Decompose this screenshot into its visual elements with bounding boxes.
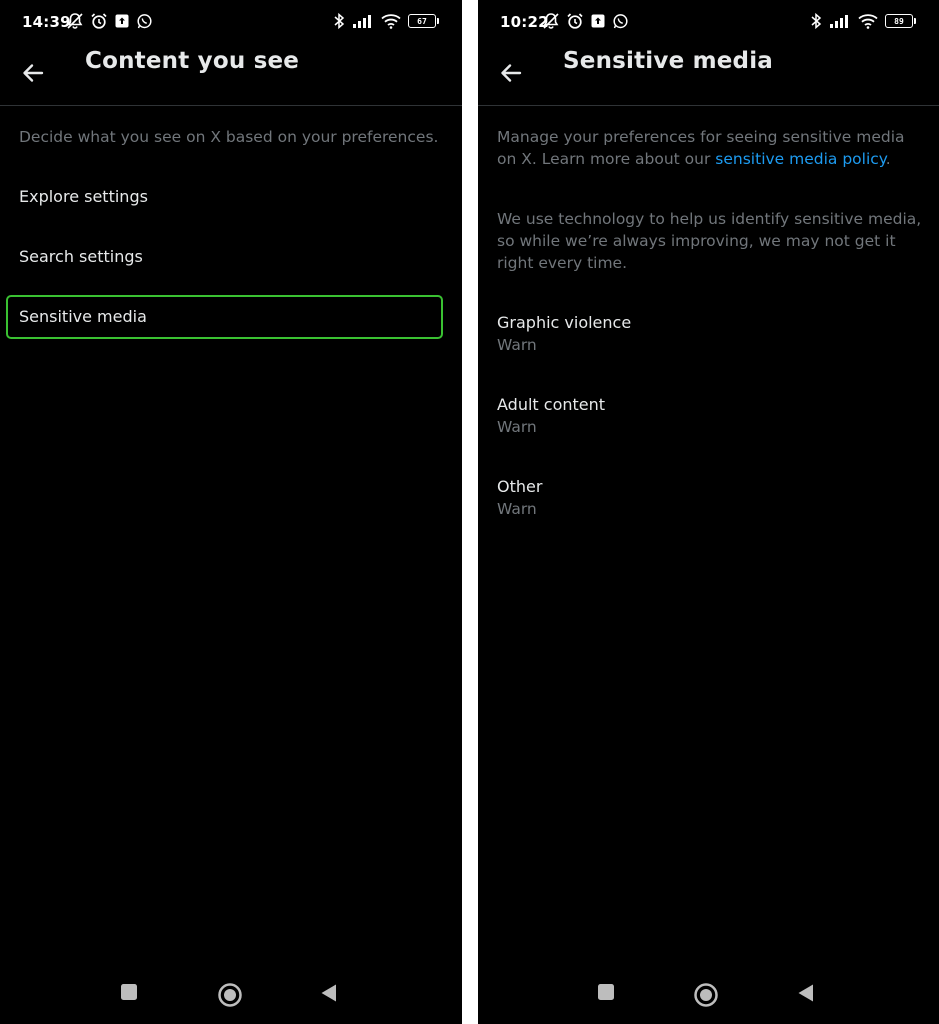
content-you-see-screen: 14:39 67 Content you see Decide what you… <box>0 0 462 1024</box>
technology-note: We use technology to help us identify se… <box>497 208 921 274</box>
technology-note-line: We use technology to help us identify se… <box>497 210 922 228</box>
technology-note-line: so while we’re always improving, we may … <box>497 232 896 250</box>
sensitive-media-policy-link[interactable]: sensitive media policy <box>715 150 885 168</box>
sensitive-media-screen: 10:22 89 Sensitive media Manage your pre… <box>478 0 939 1024</box>
recents-icon[interactable] <box>597 983 615 1005</box>
status-time: 14:39 <box>22 13 71 31</box>
system-nav-bar <box>0 975 462 1017</box>
menu-item-explore-settings[interactable]: Explore settings <box>19 187 148 206</box>
battery-icon: 89 <box>885 14 916 28</box>
system-nav-bar <box>478 975 939 1017</box>
menu-item-sensitive-media[interactable]: Sensitive media <box>19 307 147 326</box>
status-bar: 10:22 89 <box>478 0 939 44</box>
signal-icon <box>352 14 374 28</box>
page-description: Decide what you see on X based on your p… <box>19 128 439 146</box>
mute-icon <box>66 12 84 30</box>
menu-item-search-settings[interactable]: Search settings <box>19 247 143 266</box>
mute-icon <box>542 12 560 30</box>
battery-icon: 67 <box>408 14 439 28</box>
intro-text: Manage your preferences for seeing sensi… <box>497 126 925 170</box>
setting-value: Warn <box>497 418 537 436</box>
page-header: Content you see <box>0 44 462 106</box>
upload-icon <box>590 13 606 29</box>
page-title: Sensitive media <box>563 48 774 74</box>
bluetooth-icon <box>333 12 345 30</box>
whatsapp-icon <box>612 13 629 30</box>
intro-text-end: . <box>885 150 891 168</box>
setting-value: Warn <box>497 500 537 518</box>
alarm-icon <box>566 12 584 30</box>
whatsapp-icon <box>136 13 153 30</box>
back-arrow-icon[interactable] <box>18 58 48 88</box>
page-header: Sensitive media <box>478 44 939 106</box>
status-bar: 14:39 67 <box>0 0 462 44</box>
home-icon[interactable] <box>217 982 243 1012</box>
page-title: Content you see <box>85 48 300 74</box>
wifi-icon <box>381 13 401 29</box>
back-nav-icon[interactable] <box>320 983 338 1007</box>
recents-icon[interactable] <box>120 983 138 1005</box>
setting-value: Warn <box>497 336 537 354</box>
alarm-icon <box>90 12 108 30</box>
back-arrow-icon[interactable] <box>496 58 526 88</box>
setting-title: Other <box>497 477 543 496</box>
bluetooth-icon <box>810 12 822 30</box>
setting-title: Adult content <box>497 395 606 414</box>
home-icon[interactable] <box>693 982 719 1012</box>
upload-icon <box>114 13 130 29</box>
technology-note-line: right every time. <box>497 254 628 272</box>
signal-icon <box>829 14 851 28</box>
wifi-icon <box>858 13 878 29</box>
setting-title: Graphic violence <box>497 313 632 332</box>
back-nav-icon[interactable] <box>797 983 815 1007</box>
